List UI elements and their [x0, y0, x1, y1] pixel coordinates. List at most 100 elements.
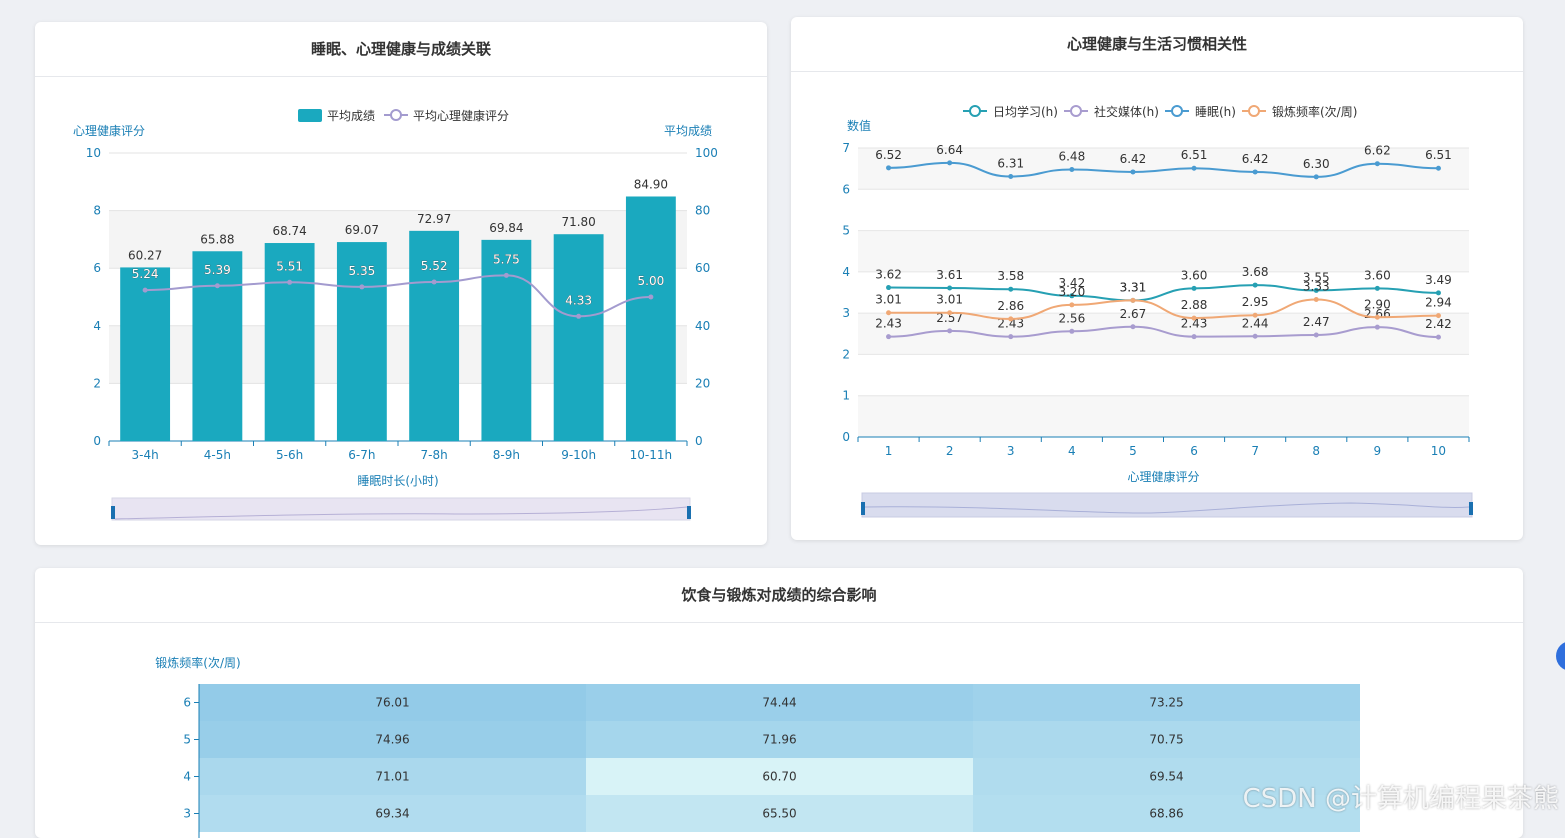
heatmap-value: 74.44 — [762, 696, 796, 710]
mental-value-label: 5.24 — [132, 267, 159, 281]
series-point — [886, 165, 892, 171]
series-point — [886, 334, 892, 340]
floating-button[interactable] — [1556, 641, 1565, 671]
series-point — [1252, 312, 1258, 318]
mental-value-label: 5.35 — [349, 264, 376, 278]
y-left-label: 心理健康评分 — [73, 123, 145, 138]
series-point — [1069, 328, 1075, 334]
x-axis-label: 睡眠时长(小时) — [357, 474, 438, 488]
series-value-label: 2.56 — [1058, 311, 1085, 325]
x-tick-label: 3 — [1007, 444, 1015, 458]
y-left-tick: 4 — [93, 319, 101, 333]
series-point — [1191, 315, 1197, 321]
series-value-label: 3.58 — [997, 269, 1024, 283]
y-tick: 3 — [842, 306, 850, 320]
bar — [192, 251, 243, 441]
x-axis-label: 心理健康评分 — [1127, 469, 1199, 484]
y-tick: 5 — [842, 224, 850, 238]
bar — [481, 239, 532, 441]
x-tick-label: 7-8h — [421, 448, 448, 462]
series-value-label: 3.33 — [1303, 280, 1330, 294]
series-value-label: 3.68 — [1242, 265, 1269, 279]
series-value-label: 6.51 — [1181, 148, 1208, 162]
band — [858, 395, 1469, 437]
series-point — [1313, 332, 1319, 338]
legend-label: 日均学习(h) — [993, 104, 1058, 119]
x-tick-label: 8 — [1312, 444, 1320, 458]
series-value-label: 6.42 — [1242, 152, 1269, 166]
y-tick: 6 — [842, 182, 850, 196]
x-tick-label: 7 — [1251, 444, 1259, 458]
series-point — [1008, 173, 1014, 179]
sleep-mental-score-card: 睡眠、心理健康与成绩关联 0 2 4 6 8 10 0 20 40 60 80 100 心理健康评分 平均… — [35, 22, 767, 545]
datazoom-handle-left — [861, 502, 865, 515]
bar-value-label: 65.88 — [200, 232, 234, 246]
series-point — [1374, 324, 1380, 330]
mental-point — [503, 272, 509, 278]
y-tick: 4 — [842, 265, 850, 279]
series-point — [947, 310, 953, 316]
series-point — [1435, 165, 1441, 171]
y-right-label: 平均成绩 — [664, 124, 712, 138]
series-point — [1008, 334, 1014, 340]
legend-label: 睡眠(h) — [1195, 105, 1236, 119]
bar-value-label: 72.97 — [417, 212, 451, 226]
y-axis-label: 数值 — [847, 118, 871, 133]
x-tick-label: 1 — [885, 444, 893, 458]
y-tick: 0 — [842, 430, 850, 444]
legend-bar-label: 平均成绩 — [327, 109, 375, 123]
band — [858, 354, 1469, 396]
row-label: 5 — [183, 733, 191, 747]
series-value-label: 2.95 — [1242, 295, 1269, 309]
heatmap-value: 69.54 — [1149, 770, 1183, 784]
series-value-label: 6.42 — [1120, 152, 1147, 166]
bar-value-label: 84.90 — [634, 177, 668, 191]
x-tick-label: 6 — [1190, 444, 1198, 458]
mental-point — [287, 279, 293, 285]
series-value-label: 2.94 — [1425, 296, 1452, 310]
x-tick-label: 9 — [1374, 444, 1382, 458]
series-value-label: 6.48 — [1058, 149, 1085, 163]
series-point — [947, 160, 953, 166]
heatmap-value: 71.96 — [762, 733, 796, 747]
heatmap-value: 76.01 — [375, 696, 409, 710]
chart2-svg: 0 1 2 3 4 5 6 7 数值 1 2 3 4 5 6 7 8 9 10 心理健康评分 3.62 3.61 3.58 3… — [842, 104, 1473, 518]
y-tick: 2 — [842, 347, 850, 361]
mental-point — [142, 287, 148, 293]
bar — [120, 267, 171, 441]
mental-value-label: 5.00 — [638, 274, 665, 288]
legend-marker — [969, 105, 981, 117]
series-point — [947, 328, 953, 334]
x-tick-label: 5-6h — [276, 448, 303, 462]
legend-marker — [1171, 105, 1183, 117]
x-tick-label: 9-10h — [561, 448, 596, 462]
bar-value-label: 71.80 — [561, 215, 595, 229]
x-tick-label: 2 — [946, 444, 954, 458]
mental-point — [648, 294, 654, 300]
series-point — [1435, 313, 1441, 319]
series-point — [1008, 316, 1014, 322]
series-point — [1252, 282, 1258, 288]
series-point — [1130, 297, 1136, 303]
mental-point — [576, 313, 582, 319]
legend-line-label: 平均心理健康评分 — [413, 108, 509, 123]
datazoom-handle-right — [687, 506, 691, 519]
x-tick-label: 8-9h — [493, 448, 520, 462]
mental-point — [359, 284, 365, 290]
mental-value-label: 4.33 — [565, 293, 592, 307]
y-right-tick: 0 — [695, 434, 703, 448]
bar-value-label: 69.07 — [345, 223, 379, 237]
series-point — [1130, 169, 1136, 175]
band — [858, 230, 1469, 272]
datazoom-handle-right — [1469, 502, 1473, 515]
y-left-tick: 8 — [93, 204, 101, 218]
series-point — [1191, 285, 1197, 291]
series-point — [1435, 334, 1441, 340]
chart1-svg: 0246810020406080100心理健康评分 平均成绩3-4h 4-5h 5-6… — [73, 108, 718, 521]
heatmap-value: 71.01 — [375, 770, 409, 784]
y-right-tick: 80 — [695, 204, 710, 218]
x-tick-label: 4 — [1068, 444, 1076, 458]
legend-label: 锻炼频率(次/周) — [1272, 104, 1357, 119]
series-point — [1252, 169, 1258, 175]
y-left-tick: 0 — [93, 434, 101, 448]
